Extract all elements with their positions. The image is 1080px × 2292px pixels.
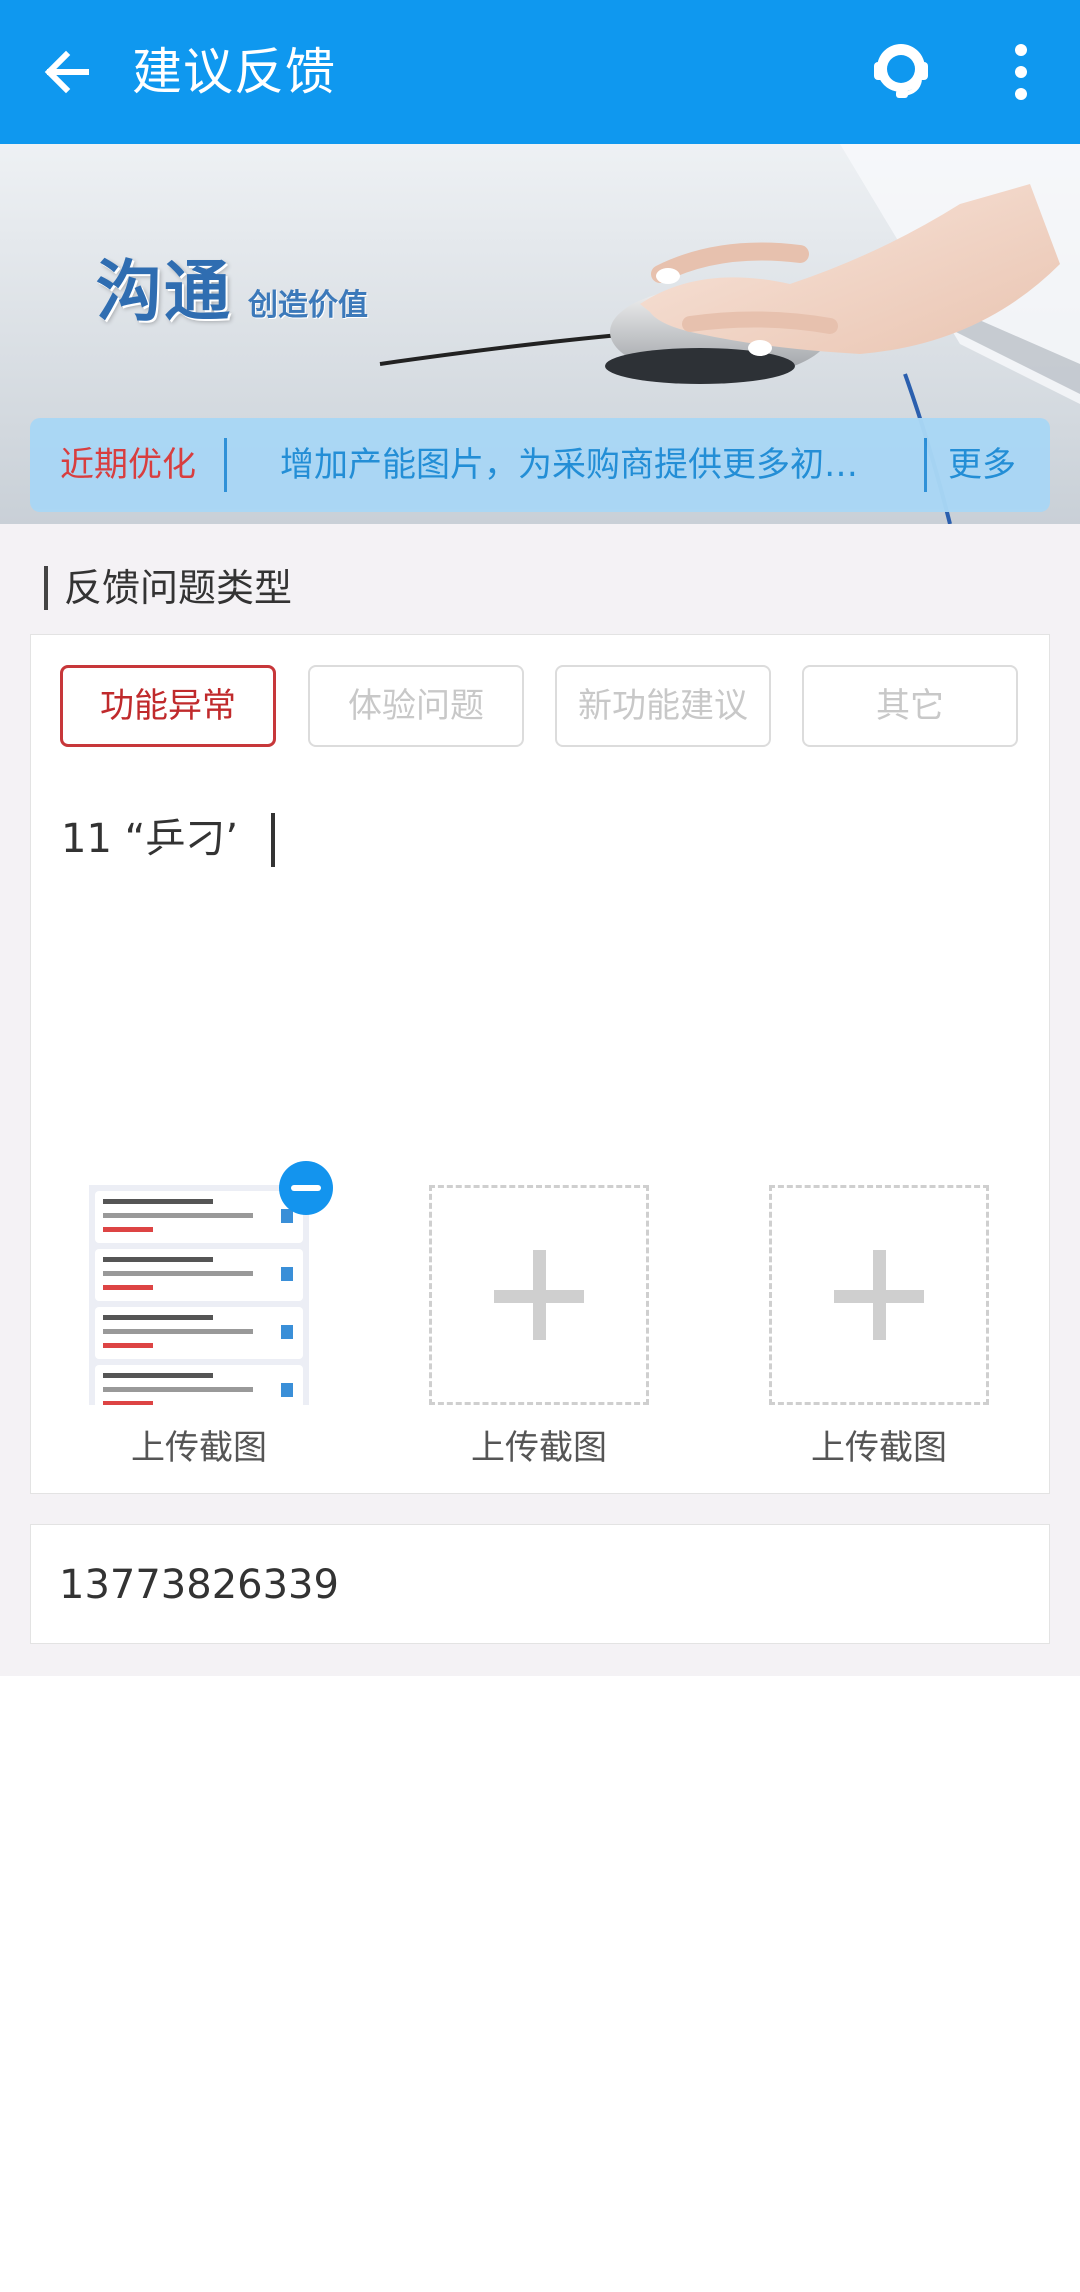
contact-field[interactable]: 13773826339 <box>30 1524 1050 1644</box>
type-button-function-error[interactable]: 功能异常 <box>60 665 276 747</box>
section-title: 反馈问题类型 <box>64 566 293 610</box>
upload-label: 上传截图 <box>811 1428 947 1468</box>
app-bar: 建议反馈 <box>0 0 1080 144</box>
section-marker <box>44 566 48 610</box>
notice-tag: 近期优化 <box>60 445 196 485</box>
upload-slot[interactable] <box>429 1185 649 1405</box>
customer-service-headset-icon[interactable] <box>868 38 934 104</box>
uploaded-screenshot-thumbnail[interactable] <box>89 1185 309 1405</box>
upload-slot[interactable] <box>769 1185 989 1405</box>
more-link[interactable]: 更多 <box>948 442 1016 488</box>
banner-slogan: 沟通 创造价值 <box>96 252 368 332</box>
notice-divider <box>224 438 227 492</box>
page-title: 建议反馈 <box>132 43 336 101</box>
arrow-left-icon[interactable] <box>38 42 98 102</box>
feedback-textarea[interactable]: 11 “乒刁’ <box>61 811 238 867</box>
type-button-other[interactable]: 其它 <box>802 665 1018 747</box>
notice-text[interactable]: 增加产能图片，为采购商提供更多初… <box>280 442 920 488</box>
slogan-sub: 创造价值 <box>248 288 368 323</box>
phone-number[interactable]: 13773826339 <box>59 1557 339 1613</box>
text-cursor <box>271 813 275 867</box>
type-button-experience[interactable]: 体验问题 <box>308 665 524 747</box>
minus-circle-icon[interactable] <box>279 1161 333 1215</box>
feedback-card: 功能异常 体验问题 新功能建议 其它 11 “乒刁’ 上传截图 上传截图 上传截… <box>30 634 1050 1494</box>
more-vertical-icon[interactable] <box>1004 40 1038 104</box>
upload-label: 上传截图 <box>471 1428 607 1468</box>
type-button-new-feature[interactable]: 新功能建议 <box>555 665 771 747</box>
upload-label: 上传截图 <box>131 1428 267 1468</box>
notice-bar[interactable]: 近期优化 增加产能图片，为采购商提供更多初… 更多 <box>30 418 1050 512</box>
notice-divider <box>924 438 927 492</box>
slogan-main: 沟通 <box>96 253 232 330</box>
